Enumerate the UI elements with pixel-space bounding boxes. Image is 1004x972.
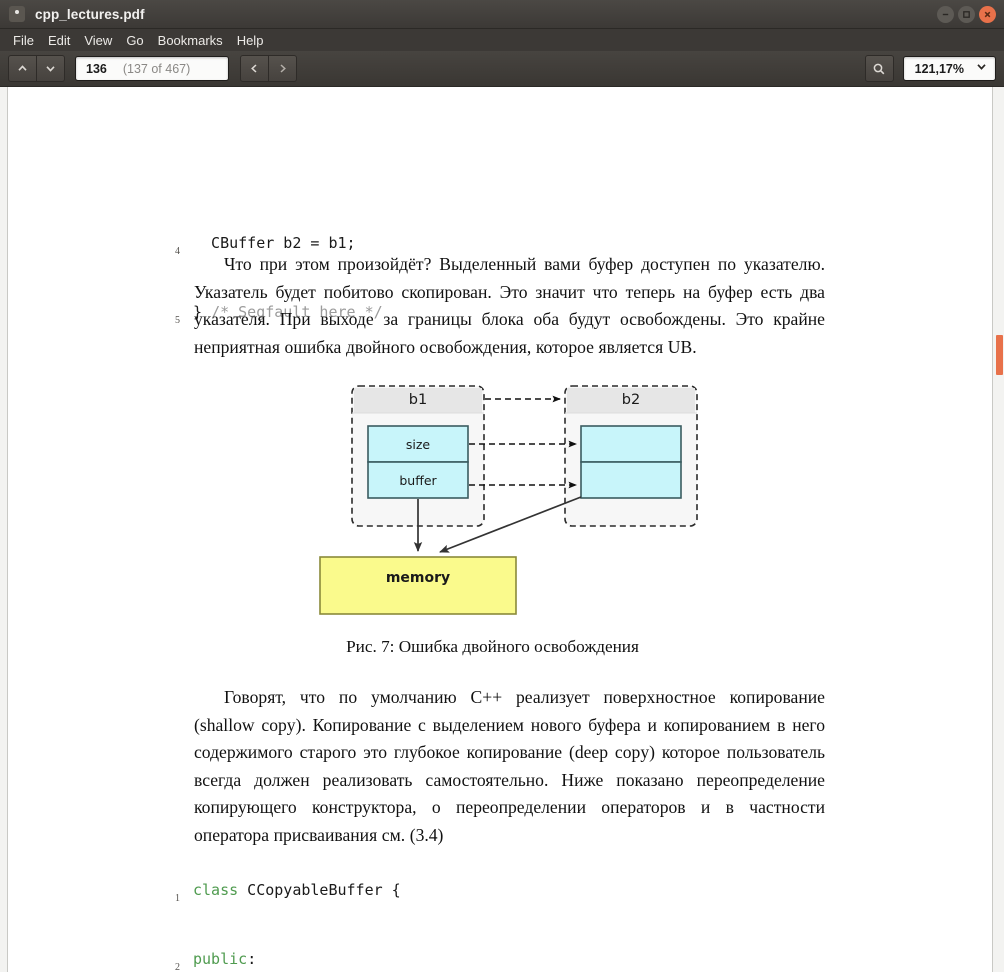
document-icon xyxy=(9,6,25,22)
code-line-number: 4 xyxy=(175,245,180,257)
page-total-label: (137 of 467) xyxy=(122,61,191,76)
previous-page-button[interactable] xyxy=(8,55,37,82)
code-line-text: public: xyxy=(193,950,257,969)
figure-double-free-diagram: b1 size buffer b2 memory xyxy=(8,375,993,630)
history-back-button[interactable] xyxy=(240,55,269,82)
zoom-select[interactable]: 121,17% xyxy=(902,56,996,81)
page-step-group xyxy=(8,55,65,82)
page-number-value: 136 xyxy=(86,61,107,76)
paragraph-1-text: Что при этом произойдёт? Выделенный вами… xyxy=(194,254,825,357)
b1-cell-size-label: size xyxy=(406,437,431,452)
b1-label: b1 xyxy=(409,392,427,408)
menu-item-go[interactable]: Go xyxy=(119,32,150,49)
chevron-down-icon xyxy=(44,62,57,75)
paragraph-2: Говорят, что по умолчанию C++ реализует … xyxy=(194,684,825,849)
menu-item-bookmarks[interactable]: Bookmarks xyxy=(151,32,230,49)
window-titlebar: cpp_lectures.pdf xyxy=(0,0,1004,29)
window-title: cpp_lectures.pdf xyxy=(35,6,145,22)
code-line-text: class CCopyableBuffer { xyxy=(193,880,401,899)
code-line: 1 class CCopyableBuffer { xyxy=(158,879,401,904)
scrollbar-thumb[interactable] xyxy=(996,335,1003,375)
memory-block: memory xyxy=(319,556,517,615)
window-controls xyxy=(937,0,996,28)
menu-item-help[interactable]: Help xyxy=(230,32,271,49)
search-button[interactable] xyxy=(864,55,894,82)
menu-item-view[interactable]: View xyxy=(77,32,119,49)
menubar: File Edit View Go Bookmarks Help xyxy=(0,29,1004,51)
close-icon[interactable] xyxy=(979,5,996,23)
vertical-scrollbar[interactable] xyxy=(993,87,1004,972)
history-nav-group xyxy=(240,55,297,82)
chevron-right-icon xyxy=(276,62,289,75)
code-block-bottom: 1 class CCopyableBuffer { 2 public: 3 CC… xyxy=(158,832,401,972)
minimize-icon[interactable] xyxy=(937,5,954,23)
b2-label: b2 xyxy=(622,392,640,408)
page-left-margin xyxy=(0,87,8,972)
next-page-button[interactable] xyxy=(37,55,65,82)
page-number-input[interactable]: 136 (137 of 467) xyxy=(75,56,229,81)
memory-label: memory xyxy=(386,570,450,586)
zoom-level-value: 121,17% xyxy=(914,61,964,76)
b1-cell-buffer-label: buffer xyxy=(399,473,437,488)
document-view[interactable]: 4 CBuffer b2 = b1; 5 } /* Segfault here … xyxy=(0,87,1004,972)
b2-cells xyxy=(580,425,682,499)
menu-item-edit[interactable]: Edit xyxy=(41,32,77,49)
toolbar: 136 (137 of 467) 121,17% xyxy=(0,51,1004,87)
chevron-left-icon xyxy=(248,62,261,75)
paragraph-1: Что при этом произойдёт? Выделенный вами… xyxy=(194,251,825,361)
toolbar-right-group: 121,17% xyxy=(864,51,996,86)
chevron-up-icon xyxy=(16,62,29,75)
maximize-icon[interactable] xyxy=(958,5,975,23)
b1-cells: size buffer xyxy=(367,425,469,499)
pdf-page: 4 CBuffer b2 = b1; 5 } /* Segfault here … xyxy=(8,87,993,972)
history-forward-button[interactable] xyxy=(269,55,297,82)
search-icon xyxy=(872,62,886,76)
menu-item-file[interactable]: File xyxy=(6,32,41,49)
figure-caption: Рис. 7: Ошибка двойного освобождения xyxy=(346,637,639,656)
paragraph-2-text: Говорят, что по умолчанию C++ реализует … xyxy=(194,687,825,845)
chevron-down-icon xyxy=(975,60,988,78)
code-line: 2 public: xyxy=(158,948,256,972)
code-line-number: 1 xyxy=(175,892,180,904)
code-line-number: 5 xyxy=(175,315,180,327)
